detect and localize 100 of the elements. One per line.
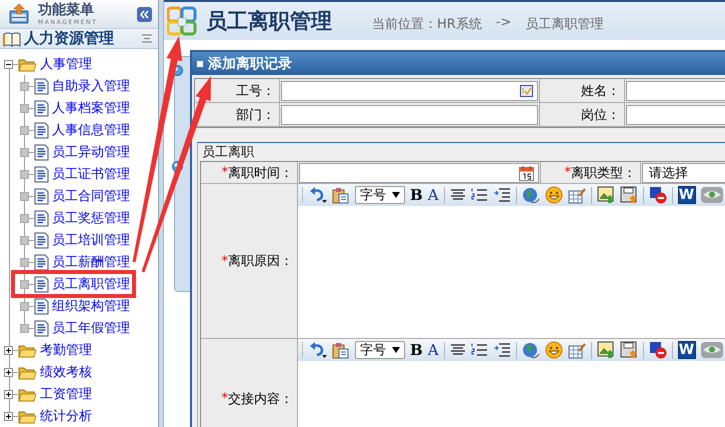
tree-node-icon <box>20 170 29 178</box>
collapse-button[interactable] <box>137 6 152 22</box>
indent-icon[interactable] <box>492 342 511 358</box>
expand-icon[interactable] <box>4 368 13 376</box>
word-button[interactable]: W <box>678 186 696 204</box>
expand-icon[interactable] <box>4 346 13 354</box>
paste-icon[interactable] <box>332 186 350 204</box>
collapse-icon[interactable] <box>4 60 13 68</box>
caret-icon <box>392 192 400 198</box>
upload-box-icon <box>8 3 30 25</box>
folder-icon <box>18 56 37 72</box>
document-icon <box>34 100 49 116</box>
image-icon[interactable] <box>596 186 615 204</box>
tree-item[interactable]: 人事档案管理 <box>52 99 130 117</box>
tree-node-icon <box>20 302 29 310</box>
calendar-icon[interactable] <box>519 164 534 180</box>
expand-icon[interactable] <box>4 412 13 420</box>
tree-item[interactable]: 员工年假管理 <box>52 319 130 337</box>
tree-item[interactable]: 考勤管理 <box>40 341 92 359</box>
smiley-icon[interactable] <box>544 186 563 204</box>
bold-button[interactable]: B <box>410 342 423 358</box>
table-icon[interactable] <box>568 186 586 204</box>
tree-node-icon <box>20 126 29 134</box>
tree-item[interactable]: 员工薪酬管理 <box>52 253 130 271</box>
input-field[interactable] <box>281 104 538 124</box>
input-field[interactable] <box>281 80 538 100</box>
delete-icon[interactable] <box>648 186 667 204</box>
folder-icon <box>18 386 37 402</box>
breadcrumb-item: 员工离职管理 <box>525 16 604 33</box>
globe-icon[interactable] <box>522 342 540 358</box>
font-size-select[interactable]: 字号 <box>355 341 405 359</box>
tree-node-icon <box>20 214 29 222</box>
word-button[interactable]: W <box>678 341 696 359</box>
expand-icon[interactable] <box>4 390 13 398</box>
document-icon <box>34 122 49 138</box>
caret-icon <box>392 347 400 353</box>
document-icon <box>34 254 49 270</box>
eye-icon[interactable] <box>700 187 723 203</box>
globe-icon[interactable] <box>522 186 540 204</box>
tree-item[interactable]: 人事管理 <box>40 55 92 73</box>
tree-item[interactable]: 工资管理 <box>40 385 92 403</box>
tree-item[interactable]: 员工证书管理 <box>52 165 130 183</box>
tree-item[interactable]: 统计分析 <box>40 407 92 425</box>
field-label: 部门： <box>236 106 275 124</box>
folder-icon <box>18 408 37 424</box>
font-color-button[interactable]: A <box>428 343 439 357</box>
tree-node-icon <box>20 258 29 266</box>
document-icon <box>34 298 49 314</box>
section-title: 人力资源管理 <box>24 29 115 48</box>
document-icon <box>34 188 49 204</box>
logo-icon <box>167 6 197 36</box>
field-label: 交接内容： <box>228 390 293 408</box>
section-legend: 员工离职 <box>200 145 256 160</box>
tree-item[interactable]: 自助录入管理 <box>52 77 130 95</box>
image-icon[interactable] <box>596 341 615 359</box>
lines-icon <box>142 34 152 43</box>
required-mark: * <box>222 254 228 268</box>
numbered-list-icon[interactable] <box>470 187 488 203</box>
double-chevron-icon <box>140 10 149 18</box>
font-size-select[interactable]: 字号 <box>355 186 405 204</box>
tree-item[interactable]: 绩效考核 <box>40 363 92 381</box>
square-icon <box>197 60 203 66</box>
input-field[interactable] <box>299 162 539 182</box>
indent-icon[interactable] <box>492 187 511 203</box>
undo-icon[interactable] <box>309 342 327 358</box>
font-color-button[interactable]: A <box>428 188 439 202</box>
breadcrumb-separator: -> <box>496 15 512 32</box>
tree-item[interactable]: 人事信息管理 <box>52 121 130 139</box>
grip-icon <box>301 342 304 358</box>
required-mark: * <box>222 165 228 180</box>
tree-item[interactable]: 员工合同管理 <box>52 187 130 205</box>
field-label: 离职类型： <box>571 164 636 182</box>
tree-item[interactable]: 员工离职管理 <box>52 275 130 293</box>
document-icon <box>34 276 49 292</box>
tree-node-icon <box>20 104 29 112</box>
paste-icon[interactable] <box>332 342 350 358</box>
delete-icon[interactable] <box>648 341 667 359</box>
picker-icon[interactable] <box>520 84 533 96</box>
folder-icon <box>18 364 37 380</box>
save-icon[interactable] <box>620 186 638 204</box>
field-label: 岗位： <box>581 106 620 124</box>
tree-item[interactable]: 员工培训管理 <box>52 231 130 249</box>
save-icon[interactable] <box>620 341 638 359</box>
numbered-list-icon[interactable] <box>470 342 488 358</box>
tree-item[interactable]: 组织架构管理 <box>52 297 130 315</box>
undo-icon[interactable] <box>309 187 327 203</box>
select-field[interactable]: 请选择 <box>642 162 725 182</box>
tree-item[interactable]: 员工奖惩管理 <box>52 209 130 227</box>
breadcrumb-label: 当前位置：HR系统 <box>372 16 482 33</box>
document-icon <box>34 166 49 182</box>
book-icon <box>3 30 21 46</box>
tree-node-icon <box>20 280 29 288</box>
document-icon <box>34 210 49 226</box>
table-icon[interactable] <box>568 342 586 358</box>
bold-button[interactable]: B <box>410 187 423 203</box>
field-label: 离职时间： <box>228 164 293 182</box>
eye-icon[interactable] <box>700 342 723 358</box>
tree-node-icon <box>20 82 29 90</box>
tree-item[interactable]: 员工异动管理 <box>52 143 130 161</box>
smiley-icon[interactable] <box>544 341 563 359</box>
